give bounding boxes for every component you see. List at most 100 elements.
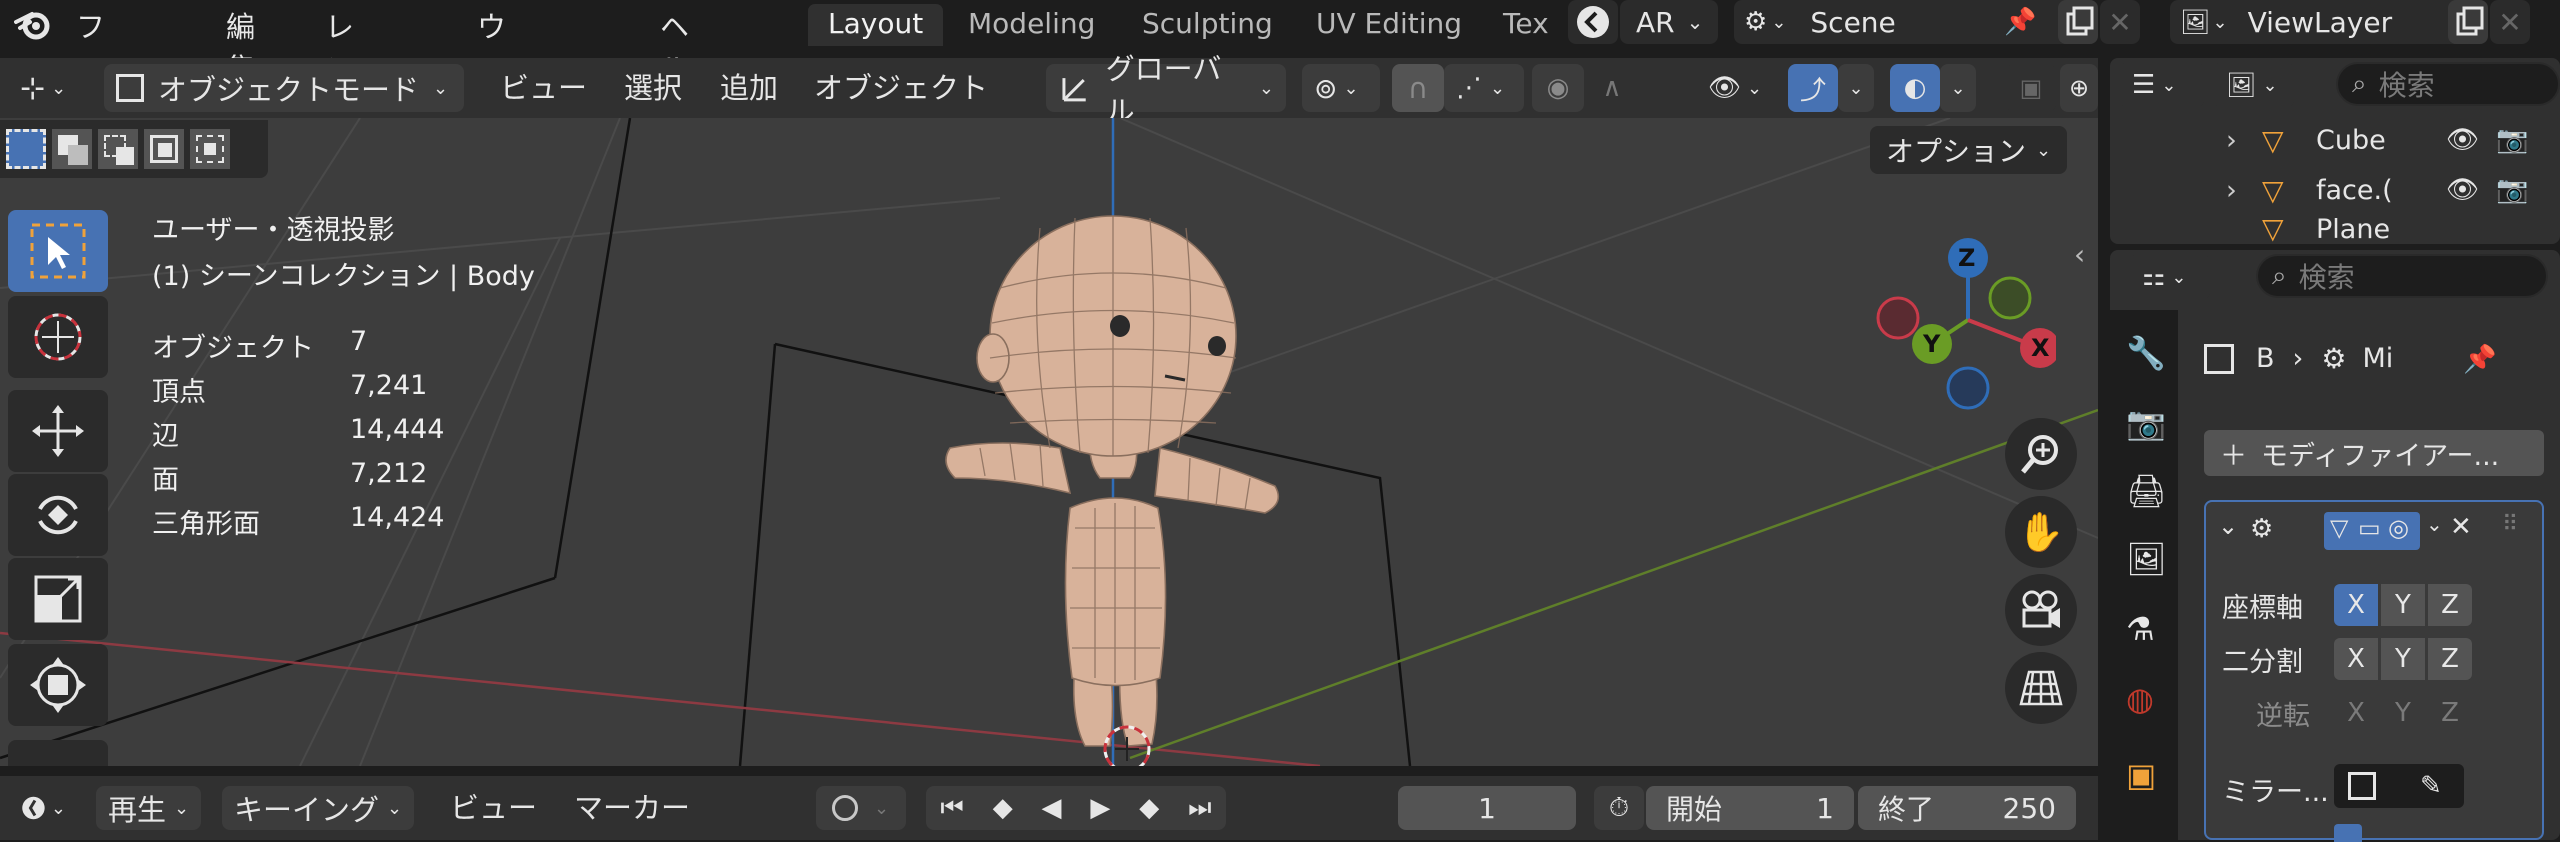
menu-add[interactable]: 追加: [720, 66, 778, 110]
eye-icon[interactable]: 👁: [2446, 175, 2479, 205]
object-tab-icon[interactable]: ▣: [2126, 756, 2156, 794]
collapse-arrow-icon[interactable]: ⌄: [2218, 512, 2238, 540]
tab-texture[interactable]: Tex: [1483, 4, 1561, 46]
current-frame-field[interactable]: 1: [1398, 786, 1576, 830]
timeline-marker-menu[interactable]: マーカー: [574, 786, 690, 830]
editmode-toggle-icon[interactable]: ▽: [2330, 514, 2348, 542]
gizmo-dropdown[interactable]: ⌄: [1838, 64, 1874, 112]
world-tab-icon[interactable]: ◍: [2126, 680, 2154, 718]
visibility-selector[interactable]: 👁 ⌄: [1696, 64, 1774, 112]
snap-toggle[interactable]: ∩: [1392, 64, 1444, 112]
eye-icon[interactable]: 👁: [2446, 125, 2479, 155]
scale-tool[interactable]: [8, 558, 108, 640]
tab-sculpting[interactable]: Sculpting: [1122, 4, 1293, 46]
start-frame-field[interactable]: 開始 1: [1646, 786, 1854, 830]
menu-object[interactable]: オブジェクト: [814, 66, 988, 110]
tab-modeling[interactable]: Modeling: [948, 4, 1115, 46]
output-tab-icon[interactable]: 🖨: [2126, 472, 2167, 510]
chevron-down-icon[interactable]: ⌄: [2426, 512, 2443, 536]
sidebar-toggle-icon[interactable]: ‹: [2074, 238, 2085, 271]
ar-selector[interactable]: AR ⌄: [1620, 0, 1718, 44]
play-icon[interactable]: ▶: [1090, 793, 1110, 823]
add-modifier-button[interactable]: ＋ モディファイアー...: [2204, 430, 2544, 476]
bisect-y-toggle[interactable]: Y: [2381, 638, 2425, 680]
select-box-tool[interactable]: [8, 210, 108, 292]
delete-view-layer-button[interactable]: ✕: [2490, 0, 2530, 44]
outliner-editor-type[interactable]: ☰ ⌄: [2120, 62, 2204, 108]
select-extend-icon[interactable]: [52, 129, 92, 169]
editor-type-button[interactable]: ⊹ ⌄: [8, 64, 94, 112]
tab-uv-editing[interactable]: UV Editing: [1296, 4, 1482, 46]
bisect-z-toggle[interactable]: Z: [2428, 638, 2472, 680]
blender-logo-icon[interactable]: [14, 4, 54, 44]
expand-arrow-icon[interactable]: ›: [2226, 125, 2237, 156]
next-keyframe-icon[interactable]: ◆: [1139, 793, 1159, 823]
drag-handle-icon[interactable]: ⠿: [2502, 512, 2518, 537]
annotate-tool[interactable]: [8, 740, 108, 766]
view-layer-tab-icon[interactable]: 🖼: [2126, 540, 2167, 578]
transform-orientation-selector[interactable]: グローバル ⌄: [1046, 52, 1286, 128]
camera-render-icon[interactable]: 📷: [2496, 125, 2528, 155]
expand-arrow-icon[interactable]: ›: [2226, 175, 2237, 206]
flip-y-toggle[interactable]: Y: [2381, 692, 2425, 734]
transform-tool[interactable]: [8, 644, 108, 726]
snap-target-selector[interactable]: ⋰ ⌄: [1444, 64, 1524, 112]
move-tool[interactable]: [8, 390, 108, 472]
preview-range-toggle[interactable]: ⏱: [1594, 786, 1644, 830]
tool-tab-icon[interactable]: 🔧: [2126, 334, 2166, 372]
properties-editor-type[interactable]: ⚏ ⌄: [2130, 254, 2210, 300]
options-dropdown[interactable]: オプション ⌄: [1870, 126, 2068, 174]
shading-wireframe-button[interactable]: ⊕: [2060, 64, 2098, 112]
zoom-button[interactable]: [2005, 418, 2077, 490]
pan-button[interactable]: ✋: [2005, 496, 2077, 568]
play-reverse-icon[interactable]: ◀: [1042, 793, 1062, 823]
falloff-selector[interactable]: ∧: [1584, 64, 1640, 112]
outliner-row[interactable]: ▽ Plane: [2110, 218, 2560, 244]
pin-icon[interactable]: 📌: [2463, 343, 2497, 375]
outliner-search-input[interactable]: ⌕ 検索: [2336, 62, 2560, 106]
select-new-icon[interactable]: [6, 129, 46, 169]
gizmo-y-label[interactable]: Y: [1923, 330, 1940, 358]
eyedropper-icon[interactable]: ✎: [2420, 771, 2442, 801]
playback-menu[interactable]: 再生 ⌄: [96, 786, 202, 830]
menu-select[interactable]: 選択: [624, 66, 682, 110]
checkbox[interactable]: [2334, 824, 2362, 842]
mode-selector[interactable]: オブジェクトモード ⌄: [104, 64, 464, 112]
select-intersect-icon[interactable]: [190, 129, 230, 169]
select-subtract-icon[interactable]: [98, 129, 138, 169]
jump-start-icon[interactable]: ⏮: [940, 793, 963, 824]
scene-selector[interactable]: ⚙ ⌄ Scene 📌: [1734, 0, 2084, 44]
mirror-object-field[interactable]: ✎: [2334, 764, 2464, 808]
timeline-view-menu[interactable]: ビュー: [450, 786, 537, 830]
pin-icon[interactable]: 📌: [2004, 7, 2036, 37]
jump-end-icon[interactable]: ⏭: [1188, 793, 1211, 824]
flip-x-toggle[interactable]: X: [2334, 692, 2378, 734]
render-toggle-icon[interactable]: ◎: [2388, 514, 2409, 542]
gizmo-toggle[interactable]: ⤴: [1788, 64, 1838, 112]
overlays-toggle[interactable]: ◐: [1890, 64, 1940, 112]
timeline-editor-type-button[interactable]: ⌄: [8, 786, 78, 830]
cursor-tool[interactable]: [8, 296, 108, 378]
xray-toggle[interactable]: ▣: [2006, 64, 2056, 112]
render-tab-icon[interactable]: 📷: [2126, 404, 2166, 442]
scene-tab-icon[interactable]: ⚗: [2126, 610, 2155, 648]
auto-keying-toggle[interactable]: ⌄: [816, 786, 906, 830]
tab-layout[interactable]: Layout: [808, 4, 944, 46]
outliner-row[interactable]: › ▽ face.( 👁 📷: [2110, 168, 2560, 212]
new-scene-button[interactable]: [2058, 0, 2098, 44]
rotate-tool[interactable]: [8, 474, 108, 556]
keying-menu[interactable]: キーイング ⌄: [222, 786, 415, 830]
overlays-dropdown[interactable]: ⌄: [1940, 64, 1976, 112]
select-invert-icon[interactable]: [144, 129, 184, 169]
workspace-scroll-left[interactable]: [1568, 0, 1618, 44]
realtime-toggle-icon[interactable]: ▭: [2358, 514, 2381, 542]
camera-view-button[interactable]: [2005, 574, 2077, 646]
new-view-layer-button[interactable]: [2448, 0, 2488, 44]
end-frame-field[interactable]: 終了 250: [1858, 786, 2076, 830]
pivot-point-selector[interactable]: ⊚ ⌄: [1302, 64, 1380, 112]
axis-y-toggle[interactable]: Y: [2381, 584, 2425, 626]
flip-z-toggle[interactable]: Z: [2428, 692, 2472, 734]
gizmo-x-label[interactable]: X: [2031, 334, 2050, 362]
axis-z-toggle[interactable]: Z: [2428, 584, 2472, 626]
bisect-x-toggle[interactable]: X: [2334, 638, 2378, 680]
